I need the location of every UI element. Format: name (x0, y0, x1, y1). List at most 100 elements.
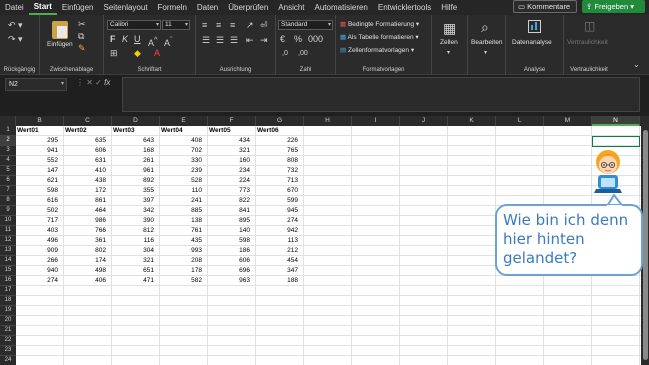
cancel-icon[interactable]: ✕ (86, 78, 95, 87)
menu-tab-einfügen[interactable]: Einfügen (57, 0, 99, 15)
table-cell[interactable]: 172 (64, 186, 112, 195)
table-cell[interactable]: 454 (256, 256, 304, 265)
table-cell[interactable]: 961 (112, 166, 160, 175)
table-cell[interactable]: 208 (160, 256, 208, 265)
menu-tab-hilfe[interactable]: Hilfe (436, 0, 462, 15)
table-cell[interactable]: 471 (112, 276, 160, 285)
table-cell[interactable]: 241 (160, 196, 208, 205)
border-icon[interactable]: ⊞ (110, 49, 118, 58)
column-header-f[interactable]: F (208, 116, 256, 126)
menu-tab-formeln[interactable]: Formeln (153, 0, 192, 15)
column-header-j[interactable]: J (400, 116, 448, 126)
table-cell[interactable]: 808 (256, 156, 304, 165)
row-header-7[interactable]: 7 (0, 186, 16, 196)
menu-tab-daten[interactable]: Daten (192, 0, 223, 15)
scrollbar-thumb[interactable] (642, 130, 648, 360)
table-cell[interactable]: 403 (16, 226, 64, 235)
decrease-decimal-icon[interactable]: ,00 (298, 49, 308, 58)
table-cell[interactable]: 408 (160, 136, 208, 145)
row-header-20[interactable]: 20 (0, 316, 16, 326)
wrap-text-icon[interactable]: ⏎ (260, 21, 268, 30)
table-cell[interactable]: 696 (208, 266, 256, 275)
table-cell[interactable]: 168 (112, 146, 160, 155)
row-header-6[interactable]: 6 (0, 176, 16, 186)
row-header-11[interactable]: 11 (0, 226, 16, 236)
menu-tab-start[interactable]: Start (28, 0, 57, 15)
font-color-icon[interactable]: A (154, 49, 160, 58)
fill-color-icon[interactable]: ◆ (134, 49, 141, 58)
table-cell[interactable]: 621 (16, 176, 64, 185)
column-header-l[interactable]: L (496, 116, 544, 126)
conditional-format-button[interactable]: ▦ Bedingte Formatierung ▾ (340, 20, 419, 28)
menu-tab-entwicklertools[interactable]: Entwicklertools (373, 0, 436, 15)
column-header-k[interactable]: K (448, 116, 496, 126)
table-cell[interactable]: 599 (256, 196, 304, 205)
table-cell[interactable]: 986 (64, 216, 112, 225)
sensitivity-button[interactable]: Vertraulichkeit (567, 39, 608, 46)
column-header-d[interactable]: D (112, 116, 160, 126)
share-button[interactable]: ⇪ Freigeben ▾ (582, 0, 645, 13)
column-header-b[interactable]: B (16, 116, 64, 126)
table-cell[interactable]: 702 (160, 146, 208, 155)
menu-tab-datei[interactable]: Datei (0, 0, 29, 15)
paste-button[interactable]: Einfügen (47, 41, 73, 48)
table-cell[interactable]: 940 (16, 266, 64, 275)
row-header-18[interactable]: 18 (0, 296, 16, 306)
redo-icon[interactable]: ↷ ▾ (8, 35, 23, 44)
column-header-g[interactable]: G (256, 116, 304, 126)
row-header-9[interactable]: 9 (0, 206, 16, 216)
table-cell[interactable]: 274 (256, 216, 304, 225)
collapse-ribbon-icon[interactable]: ⌄ (633, 60, 640, 69)
row-header-10[interactable]: 10 (0, 216, 16, 226)
table-cell[interactable]: 361 (64, 236, 112, 245)
row-header-14[interactable]: 14 (0, 256, 16, 266)
row-header-3[interactable]: 3 (0, 146, 16, 156)
editing-button[interactable]: Bearbeiten (471, 39, 502, 46)
font-shrink-icon[interactable]: Aˇ (164, 35, 173, 48)
table-cell[interactable]: 304 (112, 246, 160, 255)
table-cell[interactable]: 160 (208, 156, 256, 165)
table-cell[interactable]: 321 (208, 146, 256, 155)
table-cell[interactable]: 670 (256, 186, 304, 195)
table-cell[interactable]: 234 (208, 166, 256, 175)
cells-button[interactable]: Zellen (440, 39, 458, 46)
table-cell[interactable]: 651 (112, 266, 160, 275)
row-header-15[interactable]: 15 (0, 266, 16, 276)
column-header-e[interactable]: E (160, 116, 208, 126)
table-cell[interactable]: 342 (112, 206, 160, 215)
name-box[interactable]: N2 ▾ (5, 78, 67, 91)
comments-button[interactable]: ▭ Kommentare (513, 0, 577, 13)
font-grow-icon[interactable]: A^ (148, 35, 158, 48)
table-cell[interactable]: 616 (16, 196, 64, 205)
table-cell[interactable]: 861 (64, 196, 112, 205)
table-cell[interactable]: 631 (64, 156, 112, 165)
row-header-23[interactable]: 23 (0, 346, 16, 356)
table-cell[interactable]: 174 (64, 256, 112, 265)
table-cell[interactable]: 598 (16, 186, 64, 195)
table-cell[interactable]: 635 (64, 136, 112, 145)
table-cell[interactable]: 140 (208, 226, 256, 235)
table-cell[interactable]: 598 (208, 236, 256, 245)
percent-icon[interactable]: % (294, 35, 302, 44)
table-cell[interactable]: 116 (112, 236, 160, 245)
column-header-i[interactable]: I (352, 116, 400, 126)
table-cell[interactable]: 841 (208, 206, 256, 215)
row-header-5[interactable]: 5 (0, 166, 16, 176)
number-format-select[interactable]: Standard ▾ (278, 20, 333, 30)
column-header-h[interactable]: H (304, 116, 352, 126)
row-header-17[interactable]: 17 (0, 286, 16, 296)
row-header-13[interactable]: 13 (0, 246, 16, 256)
row-header-1[interactable]: 1 (0, 126, 16, 136)
data-analysis-button[interactable]: Datenanalyse (512, 39, 552, 46)
table-cell[interactable]: 347 (256, 266, 304, 275)
menu-tab-überprüfen[interactable]: Überprüfen (223, 0, 273, 15)
column-header-n[interactable]: N (592, 116, 640, 126)
table-cell[interactable]: 406 (64, 276, 112, 285)
menu-tab-automatisieren[interactable]: Automatisieren (310, 0, 373, 15)
copy-icon[interactable]: ⧉ (78, 32, 84, 41)
column-header-m[interactable]: M (544, 116, 592, 126)
table-cell[interactable]: 713 (256, 176, 304, 185)
table-cell[interactable]: 178 (160, 266, 208, 275)
row-header-16[interactable]: 16 (0, 276, 16, 286)
table-cell[interactable]: 761 (160, 226, 208, 235)
